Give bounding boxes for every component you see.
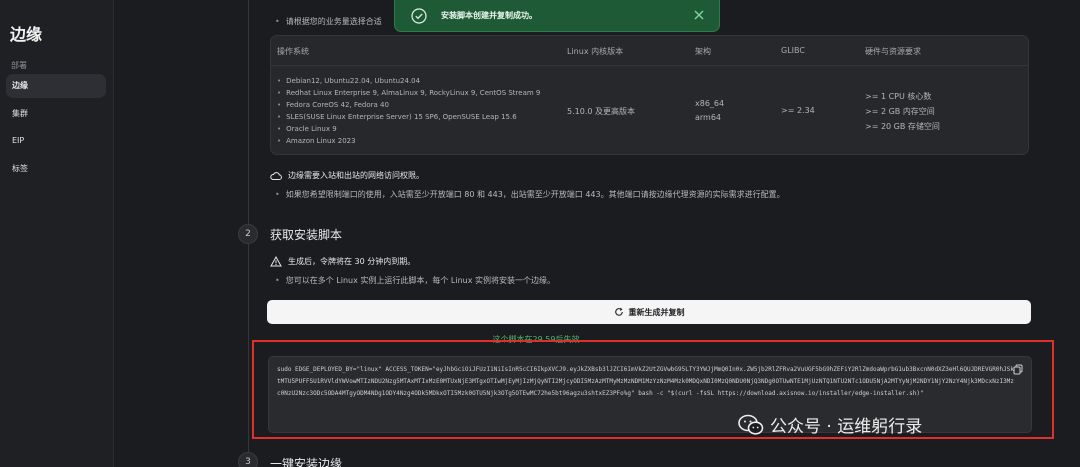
- step-title-one-click-install: 一键安装边缘: [270, 457, 343, 467]
- regenerate-copy-label: 重新生成并复制: [628, 307, 685, 317]
- step-title-get-script: 获取安装脚本: [270, 228, 343, 242]
- os-list: Debian12, Ubuntu22.04, Ubuntu24.04 Redha…: [277, 75, 540, 147]
- os-item: Amazon Linux 2023: [277, 135, 540, 147]
- cloud-icon: [270, 171, 282, 180]
- os-item: SLES(SUSE Linux Enterprise Server) 15 SP…: [277, 111, 540, 123]
- kernel-value: 5.10.0 及更高版本: [567, 107, 635, 116]
- header-hardware: 硬件与资源要求: [865, 47, 921, 56]
- token-notice: 生成后，令牌将在 30 分钟内到期。: [270, 256, 415, 267]
- header-kernel: Linux 内核版本: [567, 47, 624, 56]
- check-circle-icon: [411, 7, 427, 24]
- os-item: Fedora CoreOS 42, Fedora 40: [277, 99, 540, 111]
- sidebar-item-tags[interactable]: 标签: [6, 157, 106, 181]
- token-notice-text: 生成后，令牌将在 30 分钟内到期。: [288, 257, 416, 266]
- wechat-icon: [738, 414, 764, 435]
- glibc-value: >= 2.34: [781, 106, 815, 115]
- hardware-cpu: >= 1 CPU 核心数: [865, 92, 932, 101]
- hardware-memory: >= 2 GB 内存空间: [865, 107, 935, 116]
- requirements-table: 操作系统 Linux 内核版本 架构 GLIBC 硬件与资源要求 Debian1…: [270, 35, 1029, 155]
- arch-value-arm: arm64: [695, 113, 722, 122]
- sidebar-section-label: 部署: [11, 61, 27, 70]
- watermark-text: 公众号 · 运维躬行录: [770, 417, 923, 437]
- arch-value-x86: x86_64: [695, 99, 725, 108]
- app-brand: 边缘: [10, 25, 43, 44]
- header-os: 操作系统: [277, 47, 309, 56]
- hardware-storage: >= 20 GB 存储空间: [865, 122, 940, 131]
- sidebar-item-cluster[interactable]: 集群: [6, 102, 106, 126]
- sidebar: 边缘 部署 边缘 集群 EIP 标签: [0, 0, 114, 467]
- header-glibc: GLIBC: [781, 46, 805, 55]
- regenerate-copy-button[interactable]: 重新生成并复制: [267, 300, 1031, 324]
- os-item: Oracle Linux 9: [277, 123, 540, 135]
- wechat-watermark: 公众号 · 运维躬行录: [738, 412, 922, 437]
- refresh-icon: [614, 307, 623, 316]
- network-notice: 边缘需要入站和出站的网络访问权限。: [270, 170, 424, 181]
- network-notice-text: 边缘需要入站和出站的网络访问权限。: [288, 171, 424, 180]
- os-item: Debian12, Ubuntu22.04, Ubuntu24.04: [277, 75, 540, 87]
- step-number-3: 3: [238, 452, 258, 467]
- intro-bullet: 请根据您的业务量选择合适: [275, 16, 382, 27]
- warning-icon: [270, 256, 282, 267]
- header-arch: 架构: [695, 47, 711, 56]
- sidebar-item-eip[interactable]: EIP: [6, 129, 106, 153]
- close-icon[interactable]: [693, 9, 705, 21]
- sidebar-item-edge[interactable]: 边缘: [6, 74, 106, 98]
- network-bullet: 如果您希望限制端口的使用，入站需至少开放端口 80 和 443，出站需至少开放端…: [275, 189, 785, 200]
- success-toast: 安装脚本创建并复制成功。: [394, 0, 720, 32]
- os-item: Redhat Linux Enterprise 9, AlmaLinux 9, …: [277, 87, 540, 99]
- step-number-2: 2: [238, 224, 258, 244]
- script-bullet: 您可以在多个 Linux 实例上运行此脚本，每个 Linux 实例将安装一个边缘…: [275, 275, 555, 286]
- highlight-frame: [252, 340, 1054, 439]
- requirements-header-row: 操作系统 Linux 内核版本 架构 GLIBC 硬件与资源要求: [271, 36, 1028, 66]
- toast-message: 安装脚本创建并复制成功。: [441, 11, 537, 20]
